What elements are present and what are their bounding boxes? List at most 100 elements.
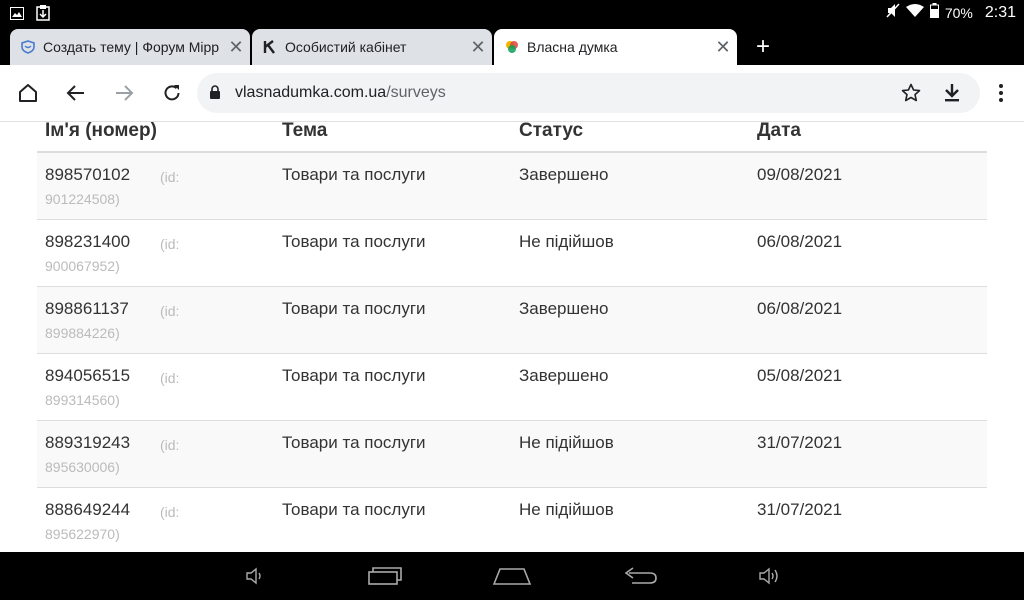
tab-close-icon[interactable]: ✕ [464,37,492,58]
cell-id: 900067952) [45,258,120,274]
address-bar[interactable]: vlasnadumka.com.ua/surveys [197,73,980,113]
recent-apps-button[interactable] [366,564,404,588]
table-row: 894056515 (id: 899314560) Товари та посл… [37,354,987,421]
tab-close-icon[interactable]: ✕ [222,37,250,58]
gallery-notification-icon [10,6,24,25]
more-vert-icon [999,84,1003,102]
tab-strip: Создать тему | Форум Мірр ✕ Особистий ка… [0,26,1024,65]
cell-date: 05/08/2021 [757,366,843,385]
status-bar: 70% 2:31 [0,0,1024,26]
home-button[interactable] [15,80,41,106]
tab-title: Особистий кабінет [285,39,407,55]
volume-down-icon [246,567,261,585]
cell-topic: Товари та послуги [282,500,426,519]
reload-button[interactable] [159,80,185,106]
battery-level: 70% [944,4,973,21]
cell-id-label: (id: [160,504,180,520]
cell-status: Завершено [519,366,609,385]
cell-topic: Товари та послуги [282,433,426,452]
bookmark-star-icon[interactable] [901,83,921,108]
cell-date: 09/08/2021 [757,165,843,184]
cell-id: 899314560) [45,392,120,408]
header-name: Ім'я (номер) [45,122,157,141]
cell-id-label: (id: [160,437,180,453]
back-nav-button[interactable] [622,564,658,588]
cell-id-label: (id: [160,236,180,252]
clock: 2:31 [984,3,1016,21]
cell-id: 901224508) [45,191,120,207]
shield-favicon-icon [20,39,36,55]
browser-toolbar: vlasnadumka.com.ua/surveys [0,65,1024,122]
cell-id-label: (id: [160,370,180,386]
table-row: 898570102 (id: 901224508) Товари та посл… [37,153,987,220]
table-row: 898861137 (id: 899884226) Товари та посл… [37,287,987,354]
table-row: 898231400 (id: 900067952) Товари та посл… [37,220,987,287]
home-nav-button[interactable] [492,564,532,588]
vlasna-dumka-favicon-icon [504,39,520,55]
home-nav-icon [492,568,532,585]
cell-topic: Товари та послуги [282,366,426,385]
status-bar-notifications [10,5,50,26]
volume-down-button[interactable] [243,564,267,588]
cell-topic: Товари та послуги [282,299,426,318]
reload-icon [164,85,180,101]
forward-button[interactable] [111,80,137,106]
tab-vlasna-dumka[interactable]: Власна думка ✕ [494,29,737,65]
new-tab-button[interactable]: + [750,34,776,60]
mute-icon [886,3,900,22]
cell-name: 898231400 [45,232,131,251]
arrow-left-icon [66,85,84,101]
android-screen: 70% 2:31 Создать тему | Форум Мірр ✕ Осо… [0,0,1024,600]
tab-title: Власна думка [527,39,618,55]
cell-name: 894056515 [45,366,131,385]
tab-personal-cabinet[interactable]: Особистий кабінет ✕ [252,29,492,65]
surveys-table: Ім'я (номер) Тема Статус Дата 898570102 … [37,122,987,552]
cell-status: Не підійшов [519,433,614,452]
table-row: 888649244 (id: 895622970) Товари та посл… [37,488,987,552]
volume-up-icon [759,567,778,585]
header-date: Дата [757,122,801,141]
wifi-icon [905,3,924,22]
system-nav-bar [0,552,1024,600]
table-row: 889319243 (id: 895630006) Товари та посл… [37,421,987,488]
cell-name: 888649244 [45,500,131,519]
cell-date: 31/07/2021 [757,500,843,519]
lock-icon[interactable] [209,85,221,105]
download-notification-icon [36,5,50,26]
cell-id: 899884226) [45,325,120,341]
page-content: Ім'я (номер) Тема Статус Дата 898570102 … [0,122,1024,552]
table-header: Ім'я (номер) Тема Статус Дата [37,122,987,153]
header-topic: Тема [282,122,328,141]
tab-title: Создать тему | Форум Мірр [43,39,220,55]
cell-date: 06/08/2021 [757,232,843,251]
cell-id-label: (id: [160,303,180,319]
recent-apps-icon [368,567,402,585]
cell-name: 898861137 [45,299,129,318]
volume-up-button[interactable] [756,564,782,588]
cell-status: Завершено [519,165,609,184]
tab-forum[interactable]: Создать тему | Форум Мірр ✕ [10,29,250,65]
cell-date: 06/08/2021 [757,299,843,318]
url-host: vlasnadumka.com.ua [235,84,387,101]
arrow-right-icon [116,85,134,101]
battery-icon [929,3,939,22]
home-icon [19,84,37,102]
k-favicon-icon [262,39,278,55]
back-button[interactable] [63,80,89,106]
cell-status: Завершено [519,299,609,318]
menu-button[interactable] [988,80,1014,106]
cell-status: Не підійшов [519,232,614,251]
header-status: Статус [519,122,584,141]
cell-id-label: (id: [160,169,180,185]
cell-id: 895622970) [45,526,120,542]
cell-date: 31/07/2021 [757,433,843,452]
download-icon[interactable] [942,82,962,109]
cell-name: 889319243 [45,433,131,452]
cell-topic: Товари та послуги [282,165,426,184]
back-nav-icon [624,567,657,584]
cell-status: Не підійшов [519,500,614,519]
tab-close-icon[interactable]: ✕ [709,37,737,58]
url-text[interactable]: vlasnadumka.com.ua/surveys [235,84,446,102]
cell-topic: Товари та послуги [282,232,426,251]
cell-name: 898570102 [45,165,131,184]
